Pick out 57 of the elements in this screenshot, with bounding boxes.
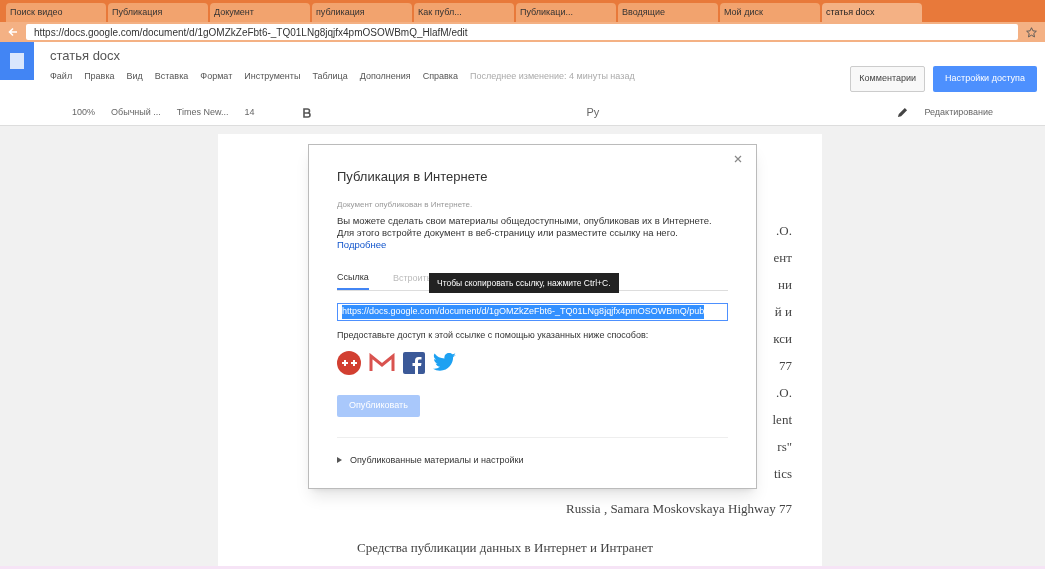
document-text: й и bbox=[774, 303, 792, 320]
description-text: Вы можете сделать свои материалы общедоступными, опубликовав их в Интернете. Для этого встройте документ в веб-страницу или разместите ссылку на него. Подробнее bbox=[337, 214, 713, 251]
document-title[interactable]: статья docx bbox=[50, 46, 851, 66]
font-size-dropdown[interactable]: 14 bbox=[244, 105, 255, 120]
settings-toggle[interactable]: Опубликованные материалы и настройки bbox=[337, 453, 524, 467]
document-text: 77 bbox=[779, 357, 792, 374]
menu-item[interactable]: Формат bbox=[200, 69, 233, 83]
menu-item[interactable]: Вид bbox=[126, 69, 143, 83]
address-field[interactable]: https://docs.google.com/document/d/1gOMZkZeFbt6-_TQ01LNg8jqjfx4pmOSOWBmQ_HlafM/edit bbox=[26, 24, 1018, 40]
bold-icon[interactable] bbox=[302, 107, 311, 118]
document-text: rs" bbox=[777, 438, 792, 455]
language-dropdown[interactable]: Ру bbox=[586, 104, 600, 121]
google-plus-icon[interactable] bbox=[337, 350, 361, 375]
facebook-icon[interactable] bbox=[403, 351, 425, 374]
menu-item[interactable]: Инструменты bbox=[244, 69, 301, 83]
tooltip: Чтобы скопировать ссылку, нажмите Ctrl+C. bbox=[429, 272, 619, 294]
browser-tab[interactable]: Мой диск bbox=[720, 3, 820, 22]
mail-icon[interactable] bbox=[369, 352, 395, 373]
browser-tab[interactable]: Документ bbox=[210, 3, 310, 22]
document-heading: Средства публикации данных в Интернет и Интранет bbox=[356, 539, 654, 556]
document-text: ни bbox=[778, 276, 792, 293]
document-text: ент bbox=[773, 249, 792, 266]
document-text: tics bbox=[773, 465, 792, 482]
dialog-tab[interactable]: Ссылка bbox=[337, 270, 369, 290]
browser-tab[interactable]: Публикация bbox=[108, 3, 208, 22]
style-dropdown[interactable]: Обычный ... bbox=[111, 105, 161, 120]
font-dropdown[interactable]: Times New... bbox=[176, 105, 229, 120]
zoom-dropdown[interactable]: 100% bbox=[72, 105, 96, 120]
document-text: lent bbox=[772, 411, 792, 428]
menu-item[interactable]: Дополнения bbox=[359, 69, 411, 83]
close-icon[interactable] bbox=[734, 155, 742, 163]
more-link[interactable]: Подробнее bbox=[337, 238, 387, 250]
menu-item[interactable]: Справка bbox=[422, 69, 458, 83]
share-hint-text: Предоставьте доступ к этой ссылке с помощью указанных ниже способов: bbox=[337, 329, 650, 342]
caret-icon bbox=[337, 457, 342, 464]
dialog-title: Публикация в Интернете bbox=[337, 168, 489, 186]
browser-tab[interactable]: Вводящие bbox=[618, 3, 718, 22]
bird-icon[interactable] bbox=[433, 352, 457, 373]
docs-logo-icon[interactable] bbox=[0, 42, 34, 80]
document-text: кси bbox=[773, 330, 792, 347]
menu-item[interactable]: Правка bbox=[84, 69, 115, 83]
status-text: Документ опубликован в Интернете. bbox=[337, 198, 474, 211]
browser-tab[interactable]: публикация bbox=[312, 3, 412, 22]
star-icon[interactable] bbox=[1026, 26, 1037, 38]
browser-tab[interactable]: Поиск видео bbox=[6, 3, 106, 22]
pencil-icon[interactable] bbox=[897, 107, 909, 118]
comments-button[interactable]: Комментарии bbox=[850, 66, 925, 92]
menu-item[interactable]: Вставка bbox=[154, 69, 189, 83]
menu-item[interactable]: Файл bbox=[50, 69, 73, 83]
document-text: Russia , Samara Moskovskaya Highway 77 bbox=[565, 500, 792, 517]
browser-tab[interactable]: Публикаци... bbox=[516, 3, 616, 22]
menu-item[interactable]: Таблица bbox=[312, 69, 348, 83]
document-text: .O. bbox=[776, 384, 792, 401]
document-text: .O. bbox=[776, 222, 792, 239]
browser-tab[interactable]: Как публ... bbox=[414, 3, 514, 22]
browser-tab[interactable]: статья docx bbox=[822, 3, 922, 22]
mode-dropdown[interactable]: Редактирование bbox=[924, 105, 993, 120]
